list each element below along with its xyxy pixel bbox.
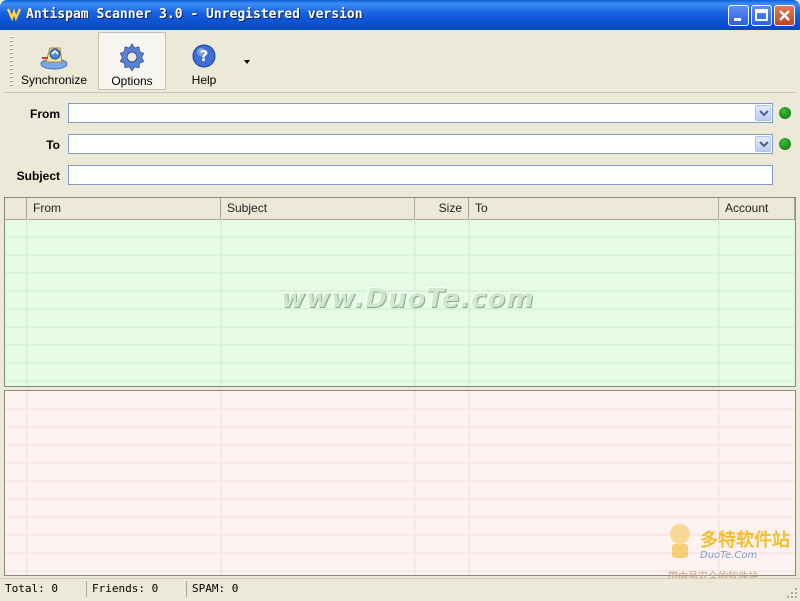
toolbar-grip[interactable]	[10, 36, 13, 86]
duote-corner-logo: 多特软件站 DuoTe.Com 国内最安全的软件站	[664, 522, 794, 583]
help-label: Help	[191, 73, 217, 87]
from-combo[interactable]	[68, 103, 773, 123]
app-icon	[6, 8, 22, 22]
help-dropdown-arrow-icon[interactable]	[242, 58, 252, 66]
from-status-indicator	[779, 107, 791, 119]
status-total: Total: 0	[5, 582, 58, 595]
column-header-account[interactable]: Account	[719, 198, 795, 219]
options-button[interactable]: Options	[98, 32, 166, 90]
column-header-size[interactable]: Size	[415, 198, 469, 219]
messages-table[interactable]: From Subject Size To Account www.DuoTe.c…	[4, 197, 796, 387]
synchronize-button[interactable]: Synchronize	[20, 32, 88, 90]
window-title: Antispam Scanner 3.0 - Unregistered vers…	[26, 7, 363, 22]
svg-text:?: ?	[200, 47, 209, 65]
title-bar[interactable]: Antispam Scanner 3.0 - Unregistered vers…	[0, 0, 800, 30]
header-checkbox-column[interactable]	[5, 198, 27, 219]
column-header-to[interactable]: To	[469, 198, 719, 219]
to-dropdown-button[interactable]	[755, 136, 771, 152]
filter-panel: From To Subject	[4, 94, 796, 196]
status-divider	[186, 581, 187, 597]
status-spam: SPAM: 0	[192, 582, 239, 595]
minimize-icon	[734, 18, 741, 21]
column-header-subject[interactable]: Subject	[221, 198, 415, 219]
synchronize-icon	[40, 47, 68, 70]
chevron-down-icon	[759, 141, 769, 148]
status-divider	[86, 581, 87, 597]
minimize-button[interactable]	[728, 5, 749, 26]
close-button[interactable]	[774, 5, 795, 26]
to-combo[interactable]	[68, 134, 773, 154]
corner-logo-title: 多特软件站	[700, 530, 790, 551]
to-label: To	[46, 138, 60, 152]
help-button[interactable]: ? Help	[170, 32, 238, 90]
to-status-indicator	[779, 138, 791, 150]
subject-label: Subject	[16, 169, 60, 183]
gear-icon	[119, 43, 145, 72]
toolbar: Synchronize Options ? Help	[4, 30, 796, 93]
maximize-icon	[755, 9, 768, 21]
from-label: From	[30, 107, 60, 121]
close-icon	[779, 10, 790, 21]
column-header-from[interactable]: From	[27, 198, 221, 219]
status-friends: Friends: 0	[92, 582, 159, 595]
status-bar: Total: 0 Friends: 0 SPAM: 0	[0, 578, 800, 601]
chevron-down-icon	[759, 110, 769, 117]
from-dropdown-button[interactable]	[755, 105, 771, 121]
synchronize-label: Synchronize	[20, 73, 88, 87]
watermark-text: www.DuoTe.com	[281, 284, 535, 314]
corner-logo-url: DuoTe.Com	[700, 550, 758, 561]
mascot-icon	[670, 524, 690, 558]
help-icon: ?	[192, 44, 216, 68]
options-label: Options	[111, 74, 153, 88]
resize-grip-icon[interactable]	[786, 587, 798, 599]
maximize-button[interactable]	[751, 5, 772, 26]
table-header: From Subject Size To Account	[5, 198, 795, 220]
subject-field[interactable]	[68, 165, 773, 185]
